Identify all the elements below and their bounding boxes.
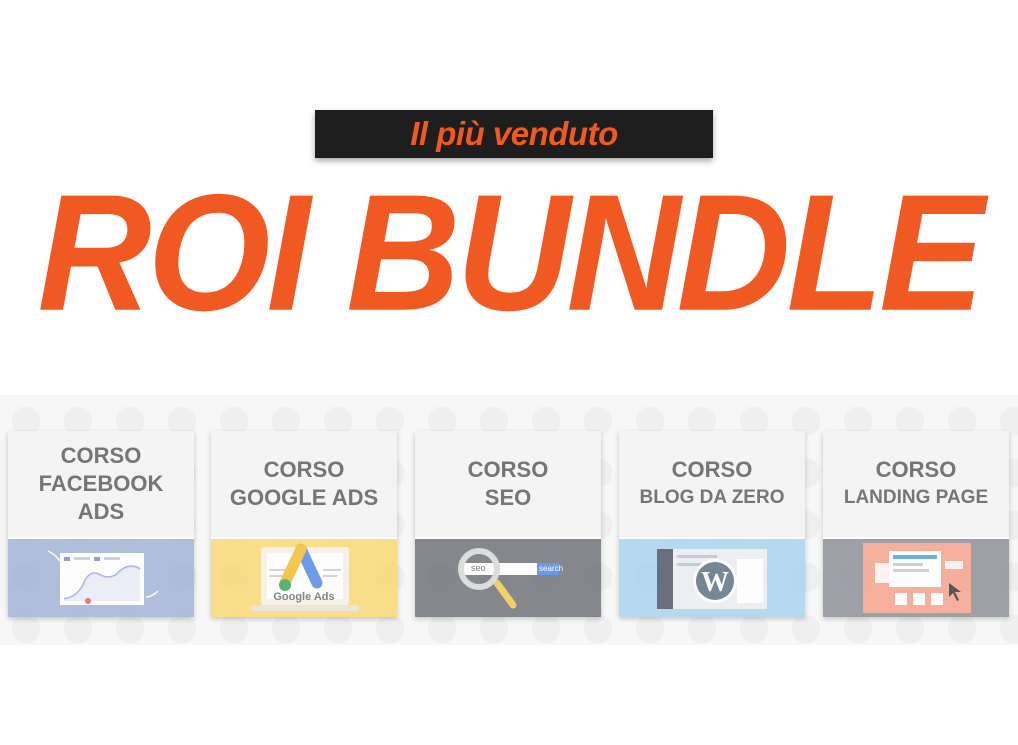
magnifier-search-icon [458, 548, 559, 609]
card-title: CORSO BLOG DA ZERO [619, 431, 805, 540]
card-line2: FACEBOOK [38, 471, 164, 496]
course-card-blog-da-zero[interactable]: CORSO BLOG DA ZERO W [619, 431, 805, 617]
card-title: CORSO LANDING PAGE [823, 431, 1009, 540]
card-image: W [619, 539, 805, 617]
badge-text: Il più venduto [410, 115, 618, 152]
title-text: ROI BUNDLE [37, 160, 984, 346]
analytics-chart-icon [47, 550, 159, 605]
card-line1: CORSO [60, 443, 142, 468]
card-image: seo search [415, 539, 601, 617]
google-ads-caption: Google Ads [273, 591, 335, 603]
card-line2: SEO [484, 485, 532, 510]
card-line1: CORSO [875, 457, 957, 482]
course-card-facebook-ads[interactable]: CORSO FACEBOOK ADS [8, 431, 194, 617]
card-title: CORSO GOOGLE ADS [211, 431, 397, 540]
card-title: CORSO FACEBOOK ADS [8, 431, 194, 540]
course-card-google-ads[interactable]: CORSO GOOGLE ADS Google Ads [211, 431, 397, 617]
bestseller-badge: Il più venduto [315, 110, 713, 158]
card-line1: CORSO [467, 457, 549, 482]
card-line1: CORSO [671, 457, 753, 482]
card-image [823, 539, 1009, 617]
wordpress-logo-icon: W [657, 549, 767, 609]
landing-page-mockup-icon [863, 543, 971, 613]
card-title: CORSO SEO [415, 431, 601, 540]
course-cards: CORSO FACEBOOK ADS CORSO GOOGLE ADS Goog… [8, 431, 1012, 617]
page-title: ROI BUNDLE [0, 168, 1018, 338]
card-line2: BLOG DA ZERO [639, 487, 785, 508]
course-card-seo[interactable]: CORSO SEO seo search [415, 431, 601, 617]
card-line2: LANDING PAGE [843, 487, 989, 508]
card-line2: GOOGLE ADS [229, 485, 379, 510]
seo-search-button: search [539, 564, 564, 573]
google-ads-logo-icon [251, 543, 359, 611]
card-image: Google Ads [211, 539, 397, 617]
svg-text:W: W [701, 567, 729, 598]
card-line1: CORSO [263, 457, 345, 482]
card-line3: ADS [77, 499, 125, 524]
card-image [8, 539, 194, 617]
course-card-landing-page[interactable]: CORSO LANDING PAGE [823, 431, 1009, 617]
seo-input-text: seo [471, 563, 486, 573]
